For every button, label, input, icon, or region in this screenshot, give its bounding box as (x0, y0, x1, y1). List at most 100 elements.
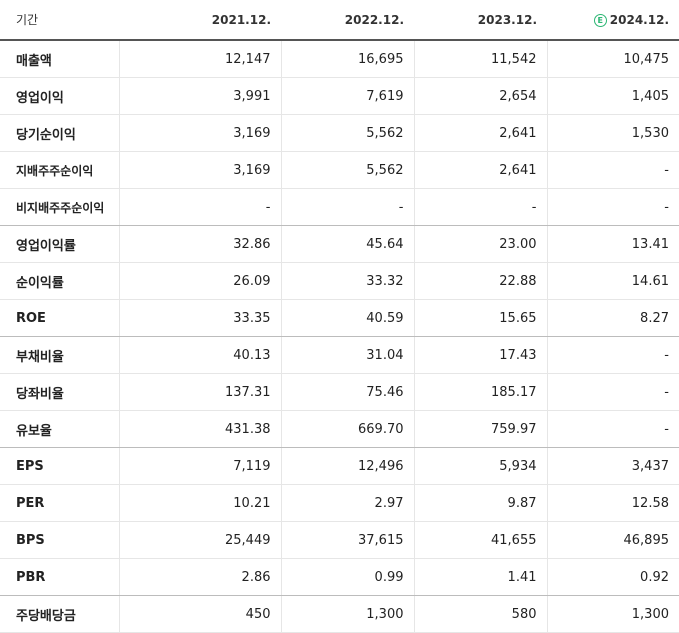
row-label: PER (0, 484, 120, 522)
table-row: EPS 7,119 12,496 5,934 3,437 (0, 447, 679, 485)
cell-value: 23.00 (414, 225, 548, 263)
cell-value: 16,695 (281, 40, 415, 78)
cell-value: 431.38 (119, 410, 282, 448)
cell-value: 1,300 (547, 595, 679, 633)
cell-value: 3,991 (119, 77, 282, 115)
period-header-2024: E 2024.12. (547, 0, 679, 41)
table-row: PER 10.21 2.97 9.87 12.58 (0, 484, 679, 522)
row-label: 부채비율 (0, 336, 120, 374)
cell-value: 12,147 (119, 40, 282, 78)
cell-value: 5,934 (414, 447, 548, 485)
table-row: 영업이익률 32.86 45.64 23.00 13.41 (0, 225, 679, 263)
row-label: 당좌비율 (0, 373, 120, 411)
cell-value: 40.13 (119, 336, 282, 374)
cell-value: 450 (119, 595, 282, 633)
cell-value: 40.59 (281, 299, 415, 337)
row-label: PBR (0, 558, 120, 596)
period-header-2021: 2021.12. (119, 0, 281, 41)
table-header: 기간 2021.12. 2022.12. 2023.12. E 2024.12. (0, 0, 679, 41)
table-row: 매출액 12,147 16,695 11,542 10,475 (0, 40, 679, 78)
table-row: BPS 25,449 37,615 41,655 46,895 (0, 521, 679, 559)
cell-value: 33.32 (281, 262, 415, 300)
cell-value: 137.31 (119, 373, 282, 411)
cell-value: 14.61 (547, 262, 679, 300)
cell-value: 7,119 (119, 447, 282, 485)
cell-value: 0.92 (547, 558, 679, 596)
cell-value: 11,542 (414, 40, 548, 78)
cell-value: 26.09 (119, 262, 282, 300)
cell-value: 10,475 (547, 40, 679, 78)
financial-summary-table: 기간 2021.12. 2022.12. 2023.12. E 2024.12. … (0, 0, 679, 633)
cell-value: 1,300 (281, 595, 415, 633)
table-body: 매출액 12,147 16,695 11,542 10,475 영업이익 3,991 7,61… (0, 40, 679, 633)
table-row: 영업이익 3,991 7,619 2,654 1,405 (0, 77, 679, 115)
cell-value: 3,169 (119, 151, 282, 189)
cell-value: 33.35 (119, 299, 282, 337)
cell-value: 10.21 (119, 484, 282, 522)
cell-value: 32.86 (119, 225, 282, 263)
cell-value: - (547, 336, 679, 374)
table-row: ROE 33.35 40.59 15.65 8.27 (0, 299, 679, 337)
table-row: 비지배주주순이익 - - - - (0, 188, 679, 226)
period-text: 2021.12. (211, 12, 271, 27)
cell-value: 31.04 (281, 336, 415, 374)
period-text: 2022.12. (344, 12, 404, 27)
cell-value: 1,530 (547, 114, 679, 152)
cell-value: - (414, 188, 548, 226)
row-label: 주당배당금 (0, 595, 120, 633)
row-label: 지배주주순이익 (0, 151, 120, 189)
cell-value: - (547, 151, 679, 189)
table-row: 당기순이익 3,169 5,562 2,641 1,530 (0, 114, 679, 152)
table-row: 유보율 431.38 669.70 759.97- (0, 410, 679, 448)
row-label: 유보율 (0, 410, 120, 448)
row-label: 순이익률 (0, 262, 120, 300)
table-row: 당좌비율 137.31 75.46 185.17- (0, 373, 679, 411)
row-label: 당기순이익 (0, 114, 120, 152)
cell-value: 759.97 (414, 410, 548, 448)
cell-value: 25,449 (119, 521, 282, 559)
cell-value: 17.43 (414, 336, 548, 374)
row-label: 영업이익률 (0, 225, 120, 263)
period-header-label: 기간 (0, 0, 119, 41)
cell-value: - (547, 188, 679, 226)
period-text: 2023.12. (477, 12, 537, 27)
cell-value: 1.41 (414, 558, 548, 596)
cell-value: 5,562 (281, 151, 415, 189)
table-row: 주당배당금 450 1,300 580 1,300 (0, 595, 679, 633)
cell-value: 37,615 (281, 521, 415, 559)
estimate-icon: E (593, 13, 607, 27)
cell-value: 3,437 (547, 447, 679, 485)
cell-value: 2,654 (414, 77, 548, 115)
row-label: EPS (0, 447, 120, 485)
cell-value: 2.86 (119, 558, 282, 596)
cell-value: 9.87 (414, 484, 548, 522)
cell-value: 45.64 (281, 225, 415, 263)
table-row: 순이익률 26.09 33.32 22.88 14.61 (0, 262, 679, 300)
cell-value: - (547, 410, 679, 448)
cell-value: 5,562 (281, 114, 415, 152)
cell-value: 2,641 (414, 151, 548, 189)
row-label: 비지배주주순이익 (0, 188, 120, 226)
table-row: PBR 2.86 0.99 1.41 0.92 (0, 558, 679, 596)
cell-value: 2.97 (281, 484, 415, 522)
period-text: 2024.12. (609, 12, 669, 27)
cell-value: 580 (414, 595, 548, 633)
cell-value: 3,169 (119, 114, 282, 152)
cell-value: 2,641 (414, 114, 548, 152)
cell-value: 8.27 (547, 299, 679, 337)
cell-value: 75.46 (281, 373, 415, 411)
table-row: 지배주주순이익 3,169 5,562 2,641- (0, 151, 679, 189)
cell-value: 46,895 (547, 521, 679, 559)
row-label: 매출액 (0, 40, 120, 78)
cell-value: 12.58 (547, 484, 679, 522)
cell-value: - (281, 188, 415, 226)
cell-value: - (119, 188, 282, 226)
cell-value: 12,496 (281, 447, 415, 485)
cell-value: 0.99 (281, 558, 415, 596)
cell-value: - (547, 373, 679, 411)
period-header-2022: 2022.12. (281, 0, 414, 41)
header-row: 기간 2021.12. 2022.12. 2023.12. E 2024.12. (0, 0, 679, 41)
cell-value: 22.88 (414, 262, 548, 300)
cell-value: 15.65 (414, 299, 548, 337)
table-row: 부채비율 40.13 31.04 17.43- (0, 336, 679, 374)
